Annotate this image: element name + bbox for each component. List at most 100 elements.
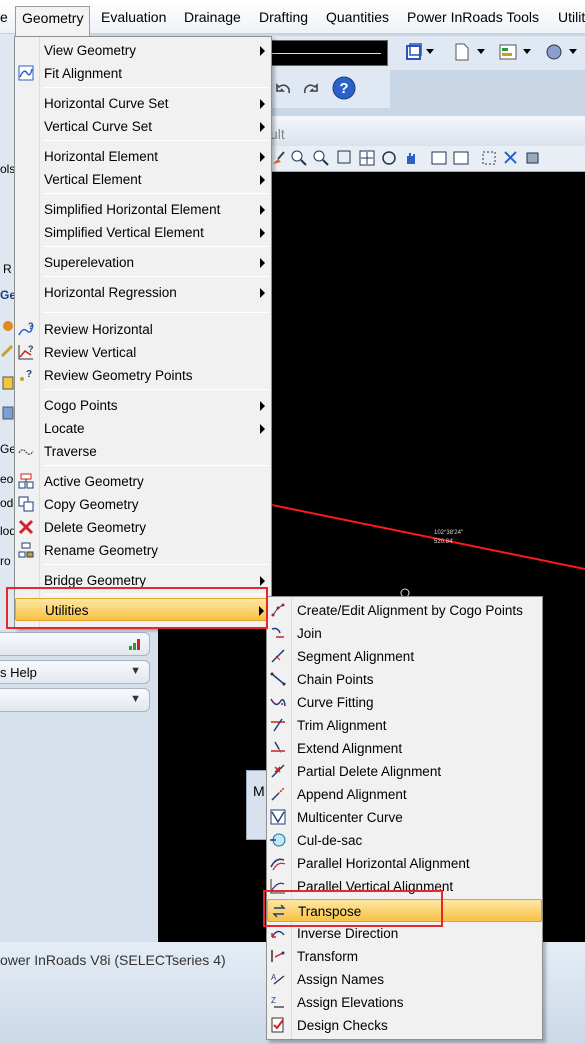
menu-item-simplified-vertical-element[interactable]: Simplified Vertical Element [15,221,271,244]
review-points-icon: ? [20,369,32,381]
submenu-item-label: Chain Points [297,672,374,687]
menu-item-label: Locate [44,421,85,436]
dropdown-arrow-icon[interactable] [568,48,578,56]
submenu-item-join[interactable]: Join [267,622,542,645]
menu-item-label: Simplified Horizontal Element [44,202,221,217]
submenu-item-label: Segment Alignment [297,649,415,664]
submenu-arrow-icon [260,401,265,411]
menu-item-copy-geometry[interactable]: Copy Geometry [15,493,271,516]
submenu-item-transform[interactable]: Transform [267,945,542,968]
submenu-item-assign-names[interactable]: A Assign Names [267,968,542,991]
submenu-item-chain-points[interactable]: Chain Points [267,668,542,691]
submenu-item-parallel-vertical-alignment[interactable]: Parallel Vertical Alignment [267,875,542,898]
menu-item-label: Vertical Curve Set [44,119,153,134]
submenu-item-multicenter-curve[interactable]: Multicenter Curve [267,806,542,829]
menu-quantities[interactable]: Quantities [326,9,389,25]
menu-item-traverse[interactable]: Traverse [15,440,271,463]
undo-icon[interactable] [274,79,294,99]
submenu-item-create-edit-alignment[interactable]: Create/Edit Alignment by Cogo Points [267,599,542,622]
panel-row-help[interactable]: s Help ▼ [0,660,150,684]
menu-item-bridge-geometry[interactable]: Bridge Geometry [15,569,271,592]
menu-edit-fragment[interactable]: e [0,9,8,25]
menu-utilities[interactable]: Utilit [558,9,585,25]
render-icon[interactable] [544,42,564,62]
assign-names-icon: A [271,973,285,985]
display-style-icon[interactable] [524,149,542,167]
submenu-item-curve-fitting[interactable]: Curve Fitting [267,691,542,714]
rotate-view-icon[interactable] [380,149,398,167]
menu-item-label: Review Vertical [44,345,137,360]
chevron-down-icon[interactable]: ▼ [130,665,141,677]
submenu-item-append-alignment[interactable]: Append Alignment [267,783,542,806]
submenu-item-assign-elevations[interactable]: Z Assign Elevations [267,991,542,1014]
submenu-item-design-checks[interactable]: Design Checks [267,1014,542,1037]
submenu-item-inverse-direction[interactable]: Inverse Direction [267,922,542,945]
menu-item-horizontal-regression[interactable]: Horizontal Regression [15,281,271,304]
submenu-item-label: Design Checks [297,1018,388,1033]
secondary-toolbar: ? [270,70,390,108]
menu-item-review-vertical[interactable]: ? Review Vertical [15,341,271,364]
dropdown-arrow-icon[interactable] [522,48,532,56]
menu-item-vertical-curve-set[interactable]: Vertical Curve Set [15,115,271,138]
cogo-alignment-icon [271,603,285,617]
zoom-in-icon[interactable] [290,149,308,167]
submenu-item-cul-de-sac[interactable]: Cul-de-sac [267,829,542,852]
menu-evaluation[interactable]: Evaluation [101,9,166,25]
dropdown-arrow-icon[interactable] [476,48,486,56]
menu-drafting[interactable]: Drafting [259,9,308,25]
menu-item-review-geometry-points[interactable]: ? Review Geometry Points [15,364,271,387]
menu-item-rename-geometry[interactable]: Rename Geometry [15,539,271,562]
submenu-item-partial-delete-alignment[interactable]: Partial Delete Alignment [267,760,542,783]
zoom-out-icon[interactable] [312,149,330,167]
menu-item-active-geometry[interactable]: Active Geometry [15,470,271,493]
help-icon[interactable]: ? [332,76,356,100]
view-next-icon[interactable] [452,149,470,167]
menu-item-vertical-element[interactable]: Vertical Element [15,168,271,191]
menu-separator [43,389,269,390]
view-cube-icon[interactable] [404,42,424,62]
menu-item-view-geometry[interactable]: View Geometry [15,39,271,62]
utilities-submenu: Create/Edit Alignment by Cogo Points Joi… [266,596,543,1040]
submenu-item-segment-alignment[interactable]: Segment Alignment [267,645,542,668]
menu-item-superelevation[interactable]: Superelevation [15,251,271,274]
menu-item-fit-alignment[interactable]: Fit Alignment [15,62,271,85]
dropdown-arrow-icon[interactable] [425,48,435,56]
menu-item-simplified-horizontal-element[interactable]: Simplified Horizontal Element [15,198,271,221]
menu-geometry[interactable]: Geometry [15,6,91,36]
fence-icon[interactable] [480,149,498,167]
pan-view-icon[interactable] [402,149,420,167]
panel-row[interactable]: ▼ [0,688,150,712]
submenu-item-label: Create/Edit Alignment by Cogo Points [297,603,523,618]
menu-item-locate[interactable]: Locate [15,417,271,440]
menu-separator [43,564,269,565]
transform-icon [271,950,285,962]
view-previous-icon[interactable] [430,149,448,167]
submenu-arrow-icon [260,152,265,162]
review-vertical-icon: ? [18,344,34,360]
new-document-icon[interactable] [452,42,472,62]
properties-icon[interactable] [498,42,518,62]
menu-item-horizontal-element[interactable]: Horizontal Element [15,145,271,168]
submenu-item-transpose[interactable]: Transpose [267,899,542,922]
menu-item-horizontal-curve-set[interactable]: Horizontal Curve Set [15,92,271,115]
submenu-item-trim-alignment[interactable]: Trim Alignment [267,714,542,737]
redo-icon[interactable] [300,79,320,99]
menu-separator [43,312,269,313]
menu-separator [43,246,269,247]
chevron-down-icon[interactable]: ▼ [130,693,141,705]
menu-item-review-horizontal[interactable]: ? Review Horizontal [15,318,271,341]
fit-view-icon[interactable] [358,149,376,167]
command-input[interactable] [270,40,388,66]
submenu-item-extend-alignment[interactable]: Extend Alignment [267,737,542,760]
parallel-horizontal-icon [270,858,286,871]
menu-power-inroads-tools[interactable]: Power InRoads Tools [407,9,539,25]
menu-item-delete-geometry[interactable]: Delete Geometry [15,516,271,539]
select-icon[interactable] [502,149,520,167]
panel-row[interactable] [0,632,150,656]
window-area-icon[interactable] [336,149,354,167]
brush-icon[interactable] [270,149,288,167]
menu-item-utilities[interactable]: Utilities [15,598,271,621]
submenu-item-parallel-horizontal-alignment[interactable]: Parallel Horizontal Alignment [267,852,542,875]
menu-item-cogo-points[interactable]: Cogo Points [15,394,271,417]
menu-drainage[interactable]: Drainage [184,9,241,25]
